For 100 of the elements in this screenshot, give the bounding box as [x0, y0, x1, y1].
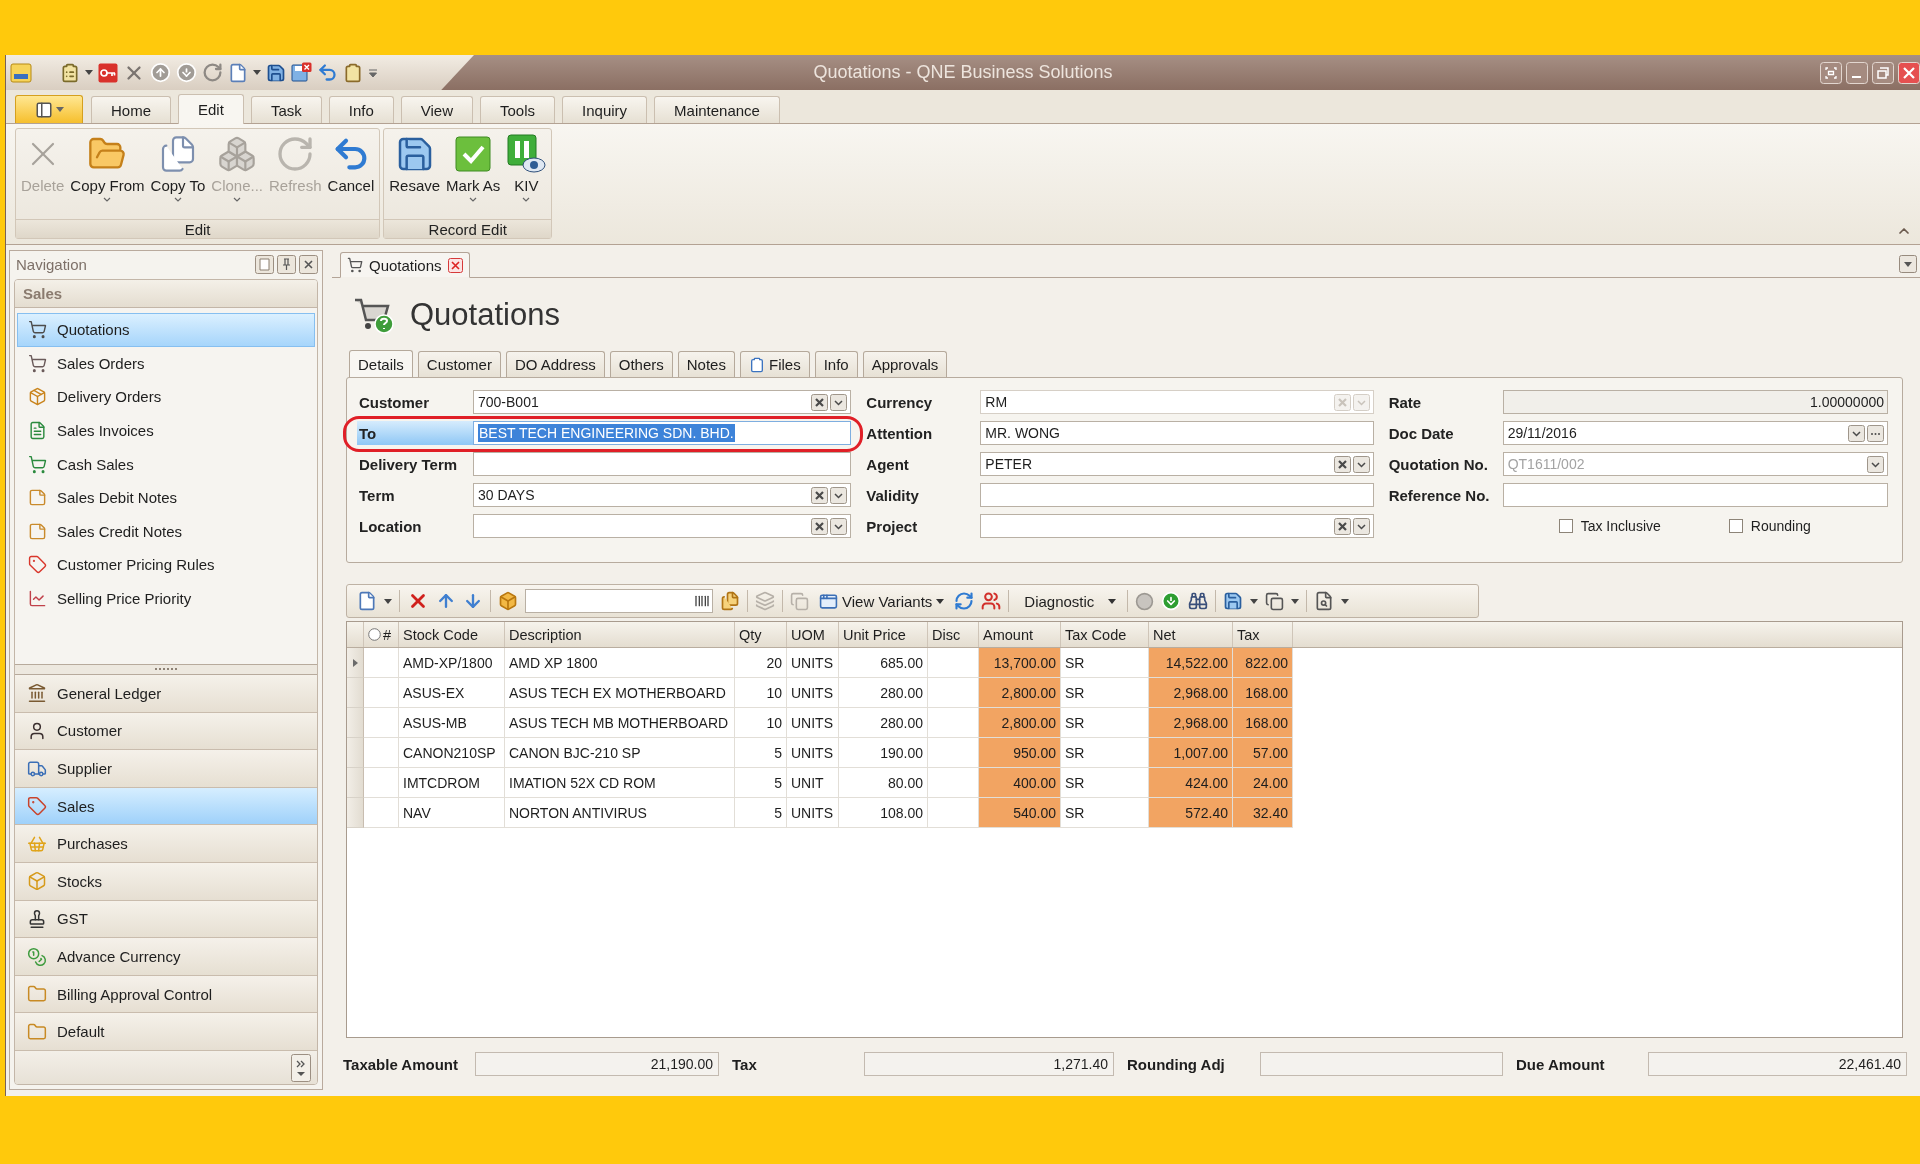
- new-document-icon[interactable]: [357, 591, 377, 611]
- column-header[interactable]: Disc: [928, 622, 979, 647]
- nav-item[interactable]: Cash Sales: [17, 447, 315, 481]
- dropdown-icon[interactable]: [830, 486, 848, 504]
- ribbon-tab[interactable]: Maintenance: [654, 96, 780, 123]
- module-button[interactable]: Purchases: [15, 825, 317, 864]
- column-header[interactable]: Net: [1149, 622, 1233, 647]
- module-button[interactable]: Advance Currency: [15, 938, 317, 976]
- input-field[interactable]: BEST TECH ENGINEERING SDN. BHD.: [473, 421, 852, 445]
- column-header[interactable]: Unit Price: [839, 622, 928, 647]
- save-icon[interactable]: [266, 62, 286, 83]
- ribbon-button[interactable]: Resave: [386, 131, 444, 219]
- column-header[interactable]: Tax: [1233, 622, 1293, 647]
- binoculars-icon[interactable]: [1188, 591, 1209, 611]
- checkbox[interactable]: [1728, 519, 1743, 533]
- input-field[interactable]: [473, 514, 852, 538]
- column-header[interactable]: Stock Code: [399, 622, 505, 647]
- pin-icon[interactable]: [277, 255, 296, 274]
- module-button[interactable]: Billing Approval Control: [15, 975, 317, 1014]
- dropdown-icon[interactable]: [1848, 424, 1865, 442]
- search-field[interactable]: [525, 589, 713, 613]
- column-header[interactable]: Amount: [979, 622, 1061, 647]
- module-button[interactable]: General Ledger: [15, 675, 317, 713]
- dropdown-icon[interactable]: [1867, 455, 1884, 473]
- form-tab[interactable]: DO Address: [505, 351, 605, 377]
- ribbon-tab[interactable]: Tools: [480, 96, 556, 123]
- total-field[interactable]: [1260, 1052, 1503, 1076]
- refresh-icon[interactable]: [202, 62, 223, 83]
- expand-icon[interactable]: [291, 1053, 311, 1082]
- document-icon[interactable]: [228, 62, 248, 83]
- input-field[interactable]: 29/11/2016: [1502, 421, 1888, 445]
- ribbon-button[interactable]: Cancel: [324, 131, 378, 219]
- nav-item[interactable]: Selling Price Priority: [17, 581, 315, 616]
- documents-icon[interactable]: [720, 591, 740, 611]
- input-field[interactable]: [1502, 483, 1888, 507]
- clear-icon[interactable]: [1333, 517, 1351, 535]
- search-document-icon[interactable]: [1314, 591, 1335, 611]
- module-button[interactable]: Default: [15, 1013, 317, 1051]
- nav-item[interactable]: Sales Credit Notes: [17, 514, 315, 549]
- arrow-down-circle-icon[interactable]: [176, 62, 197, 83]
- pane-icon[interactable]: [255, 255, 274, 274]
- column-header[interactable]: Tax Code: [1061, 622, 1149, 647]
- input-field[interactable]: PETER: [980, 452, 1374, 476]
- input-field[interactable]: 700-B001: [473, 390, 852, 414]
- clear-icon[interactable]: [811, 486, 829, 504]
- dropdown-icon[interactable]: [1899, 255, 1917, 273]
- ribbon-tab[interactable]: Inquiry: [562, 96, 648, 123]
- diagnostic-dropdown[interactable]: Diagnostic: [1016, 588, 1121, 614]
- clipboard-icon[interactable]: [343, 62, 363, 83]
- module-button[interactable]: GST: [15, 900, 317, 939]
- ribbon-tab[interactable]: Info: [328, 96, 394, 123]
- ribbon-button[interactable]: Mark As: [443, 131, 504, 219]
- dropdown-icon[interactable]: [1352, 517, 1370, 535]
- view-variants-button[interactable]: View Variants: [816, 588, 948, 614]
- restore-icon[interactable]: [1872, 61, 1894, 84]
- save-icon[interactable]: [1223, 591, 1244, 611]
- people-icon[interactable]: [981, 591, 1002, 611]
- ribbon-tab[interactable]: Edit: [178, 94, 244, 124]
- ribbon-button[interactable]: Copy From: [67, 131, 148, 219]
- form-tab[interactable]: Others: [609, 351, 673, 377]
- nav-item[interactable]: Customer Pricing Rules: [17, 548, 315, 582]
- form-tab[interactable]: Notes: [677, 351, 735, 377]
- form-tab[interactable]: Approvals: [862, 351, 948, 377]
- input-field[interactable]: [473, 452, 852, 476]
- nav-item[interactable]: Sales Invoices: [17, 413, 315, 448]
- form-tab[interactable]: Files: [739, 351, 810, 377]
- row-header[interactable]: [347, 648, 364, 678]
- total-field[interactable]: 22,461.40: [1648, 1052, 1907, 1076]
- input-field[interactable]: MR. WONG: [980, 421, 1374, 445]
- grip-icon[interactable]: [155, 668, 177, 672]
- dropdown-icon[interactable]: [1352, 455, 1370, 473]
- arrow-down-icon[interactable]: [463, 591, 483, 611]
- barcode-icon[interactable]: [694, 593, 710, 609]
- input-field[interactable]: 1.00000000: [1502, 390, 1888, 414]
- nav-item[interactable]: Sales Debit Notes: [17, 480, 315, 515]
- close-icon[interactable]: [299, 255, 318, 274]
- module-button[interactable]: Supplier: [15, 750, 317, 788]
- column-header[interactable]: Description: [505, 622, 735, 647]
- arrow-down-circle-icon[interactable]: [1161, 591, 1182, 611]
- clipboard-icon[interactable]: [60, 62, 80, 83]
- checkbox[interactable]: [1558, 519, 1573, 533]
- close-icon[interactable]: [447, 257, 463, 273]
- ribbon-tab[interactable]: Home: [91, 96, 171, 123]
- column-header[interactable]: Qty: [735, 622, 787, 647]
- radio-icon[interactable]: [368, 628, 381, 641]
- ribbon-button[interactable]: KIV: [503, 131, 550, 219]
- arrow-up-icon[interactable]: [436, 591, 456, 611]
- arrow-up-circle-icon[interactable]: [150, 62, 171, 83]
- column-header[interactable]: UOM: [787, 622, 839, 647]
- form-tab[interactable]: Info: [814, 351, 858, 377]
- undo-icon[interactable]: [317, 62, 338, 83]
- total-field[interactable]: 21,190.00: [475, 1052, 719, 1076]
- form-tab[interactable]: Details: [349, 350, 413, 378]
- customize-icon[interactable]: [368, 67, 378, 78]
- fullscreen-icon[interactable]: [1820, 61, 1842, 84]
- ribbon-tab[interactable]: Task: [250, 96, 322, 123]
- input-field[interactable]: 30 DAYS: [473, 483, 852, 507]
- dropdown-icon[interactable]: [830, 393, 848, 411]
- clear-icon[interactable]: [811, 393, 829, 411]
- form-tab[interactable]: Customer: [417, 351, 501, 377]
